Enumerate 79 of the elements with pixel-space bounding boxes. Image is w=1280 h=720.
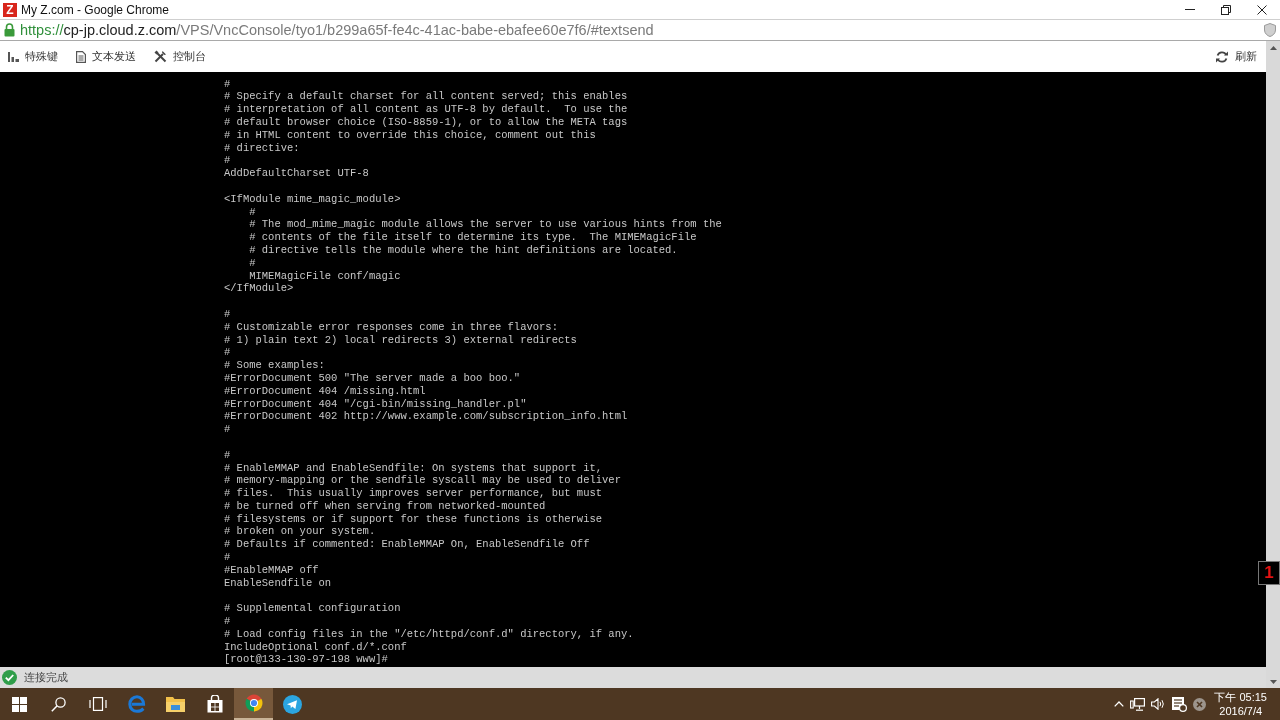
terminal-line: # (224, 307, 231, 321)
tricolor-ball-icon[interactable] (244, 694, 263, 712)
terminal-line: # The mod_mime_magic module allows the server to use various hints from the (248, 218, 722, 232)
folder-icon[interactable] (166, 696, 185, 712)
terminal-line: # contents of the file itself to determine its type. The MIMEMagicFile (248, 231, 697, 244)
terminal-line: # Some examples: (224, 359, 325, 372)
terminal-line: # Supplemental configuration (224, 602, 401, 616)
terminal-line: # Specify a default charset for all content served; this enables (224, 90, 628, 104)
monitor-icon[interactable] (1130, 697, 1146, 711)
terminal-line: #ErrorDocument 500 "The server made a boo boo." (224, 371, 521, 385)
chevron-up-icon[interactable] (1114, 701, 1125, 707)
windows-logo-icon[interactable] (12, 696, 27, 712)
paper-plane-icon[interactable] (283, 694, 302, 714)
scroll-down-icon[interactable] (1269, 680, 1277, 684)
refresh-icon (1216, 50, 1228, 63)
terminal-line: IncludeOptional conf.d/*.conf (224, 640, 407, 654)
search-icon[interactable] (51, 696, 66, 712)
terminal-line: </IfModule> (224, 282, 294, 296)
terminal-line: AddDefaultCharset UTF-8 (224, 167, 369, 180)
terminal-line: # directive tells the module where the hint definitions are located. (248, 243, 678, 257)
padlock-icon (4, 23, 15, 37)
shield-icon[interactable] (1264, 23, 1276, 37)
terminal-line: # (224, 154, 231, 168)
scroll-up-icon[interactable] (1269, 46, 1277, 50)
speaker-icon[interactable] (1151, 698, 1167, 710)
terminal-line: # directive: (224, 141, 300, 155)
refresh-button[interactable]: 刷新 (1216, 49, 1257, 64)
toolbar-button[interactable]: 特殊键 (8, 49, 58, 64)
terminal-line: # interpretation of all content as UTF-8 by default. To use the (224, 103, 628, 116)
terminal-line: # (224, 346, 231, 360)
e-logo-icon[interactable] (127, 695, 146, 713)
bars-icon (8, 51, 19, 62)
toolbar-button[interactable]: 文本发送 (76, 49, 136, 64)
notification-badge: 1 (1258, 561, 1280, 585)
clock-time: 下午 05:15 (1214, 690, 1267, 704)
window-title: My Z.com - Google Chrome (21, 2, 170, 17)
tools-icon (154, 50, 167, 63)
restore-icon (1221, 4, 1231, 15)
terminal-line: # (248, 256, 256, 270)
scrollbar[interactable] (1266, 41, 1280, 688)
app-logo: Z (3, 2, 17, 17)
terminal-line: MIMEMagicFile conf/magic (248, 269, 401, 283)
terminal-line: # (224, 448, 231, 462)
terminal-line: EnableSendfile on (224, 576, 332, 590)
terminal-line: # (224, 77, 231, 91)
terminal-line: # Load config files in the "/etc/httpd/conf.d" directory, if any. (224, 627, 634, 641)
x-circle-icon[interactable] (1193, 697, 1207, 711)
terminal-line: # (224, 615, 231, 628)
terminal-line: #ErrorDocument 402 http://www.example.com/subscription_info.html (224, 410, 628, 424)
close-icon (1257, 4, 1267, 15)
document-icon (76, 50, 86, 63)
terminal-line: [root@133-130-97-198 www]# (224, 653, 388, 667)
terminal-line: # memory-mapping or the sendfile syscall may be used to deliver (224, 474, 621, 488)
terminal-line: # (224, 551, 231, 564)
terminal-line: # filesystems or if support for these functions is otherwise (224, 512, 603, 526)
terminal-line: # (248, 205, 256, 219)
terminal-line: # Customizable error responses come in three flavors: (224, 320, 558, 334)
check-circle-icon (2, 670, 17, 685)
terminal-line: <IfModule mime_magic_module> (224, 192, 401, 206)
terminal-line: # in HTML content to override this choice, comment out this (224, 128, 596, 142)
terminal-line: # 1) plain text 2) local redirects 3) external redirects (224, 333, 577, 347)
toolbar-button[interactable]: 控制台 (154, 49, 206, 64)
terminal-line: #EnableMMAP off (224, 563, 319, 577)
task-view-icon[interactable] (88, 697, 107, 711)
terminal-line: # default browser choice (ISO-8859-1), or to allow the META tags (224, 116, 628, 129)
terminal-line: # (224, 423, 231, 436)
note-icon[interactable] (1172, 696, 1188, 712)
terminal-line: # be turned off when serving from networked-mounted (224, 499, 546, 513)
address-field[interactable]: https://cp-jp.cloud.z.com/VPS/VncConsole/tyo1/b299a65f-fe4c-41ac-babe-ebafee60e7f6/#textsend (0, 19, 1280, 41)
shopping-bag-icon[interactable] (206, 695, 223, 713)
terminal-line: # files. This usually improves server performance, but must (224, 487, 603, 500)
status-text: 连接完成 (24, 670, 68, 685)
clock-date: 2016/7/4 (1219, 704, 1263, 718)
terminal-line: # Defaults if commented: EnableMMAP On, EnableSendfile Off (224, 538, 590, 552)
terminal-line: #ErrorDocument 404 /missing.html (224, 384, 426, 398)
terminal-line: # broken on your system. (224, 525, 376, 539)
minimize-icon (1185, 9, 1195, 10)
terminal-line: #ErrorDocument 404 "/cgi-bin/missing_handler.pl" (224, 397, 527, 411)
terminal-line: # EnableMMAP and EnableSendfile: On systems that support it, (224, 461, 603, 475)
